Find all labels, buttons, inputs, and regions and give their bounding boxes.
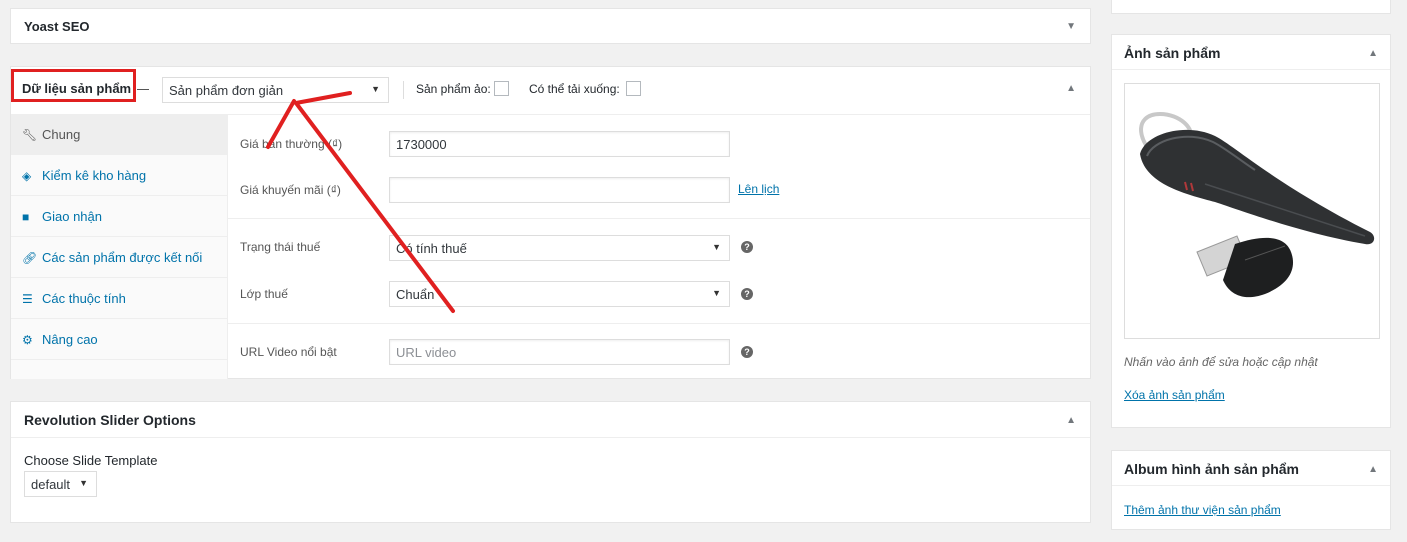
annotation-arrow bbox=[266, 91, 455, 313]
